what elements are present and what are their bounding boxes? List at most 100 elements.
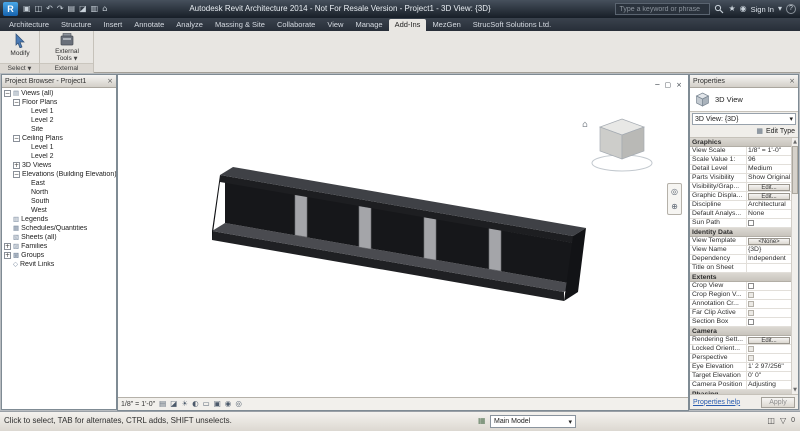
chevron-down-icon[interactable]: ▾	[778, 5, 782, 13]
property-value[interactable]	[747, 291, 791, 299]
search-input[interactable]	[615, 3, 711, 15]
property-value[interactable]: Show Original	[747, 174, 791, 182]
property-value[interactable]	[747, 309, 791, 317]
tree-item[interactable]: +3D Views	[2, 161, 116, 170]
drawing-area[interactable]: ⌂ ◎ ⊕ ─ ▢ × 1/8" = 1'-0" ▤ ◪ ☀ ◐ ▭ ▣ ◉ ◎	[117, 74, 689, 411]
measure-icon[interactable]: ◪	[79, 5, 87, 13]
detail-level-icon[interactable]: ▤	[159, 400, 166, 408]
visual-style-icon[interactable]: ◪	[170, 400, 177, 408]
property-section-header[interactable]: Camera	[690, 327, 791, 336]
filter-icon[interactable]: ▽	[780, 416, 786, 425]
expand-icon[interactable]: +	[13, 162, 20, 169]
default-3d-view-icon[interactable]: ⌂	[102, 5, 107, 13]
navigation-bar[interactable]: ◎ ⊕	[667, 183, 682, 215]
expand-icon[interactable]: +	[4, 243, 11, 250]
edit-value-button[interactable]: Edit...	[748, 183, 790, 191]
sun-path-icon[interactable]: ☀	[181, 400, 188, 408]
property-value[interactable]: None	[747, 210, 791, 218]
property-value[interactable]	[747, 282, 791, 290]
tree-item[interactable]: + ▨ Families	[2, 242, 116, 251]
tag-icon[interactable]: ▥	[91, 5, 99, 13]
tree-item[interactable]: West	[2, 206, 116, 215]
viewcube[interactable]: ⌂	[578, 111, 670, 181]
tree-item[interactable]: South	[2, 197, 116, 206]
properties-header[interactable]: Properties ×	[690, 75, 798, 88]
print-icon[interactable]: ▤	[68, 5, 76, 13]
tree-item[interactable]: − Elevations (Building Elevation)	[2, 170, 116, 179]
tree-item[interactable]: ◇ Revit Links	[2, 260, 116, 269]
collapse-icon[interactable]: −	[13, 99, 20, 106]
property-value[interactable]: Adjusting	[747, 381, 791, 389]
tree-item[interactable]: Level 2	[2, 116, 116, 125]
property-section-header[interactable]: Identity Data	[690, 228, 791, 237]
modify-button[interactable]: Modify	[5, 32, 35, 57]
property-section-header[interactable]: Graphics	[690, 138, 791, 147]
edit-value-button[interactable]: Edit...	[748, 192, 790, 200]
search-icon[interactable]	[714, 4, 724, 14]
ribbon-tab-insert[interactable]: Insert	[97, 19, 128, 31]
main-model-dropdown[interactable]: Main Model ▾	[490, 415, 576, 428]
ribbon-tab-architecture[interactable]: Architecture	[3, 19, 55, 31]
help-icon[interactable]: ?	[786, 4, 796, 14]
editable-only-icon[interactable]: ◫	[767, 416, 775, 425]
collapse-icon[interactable]: −	[13, 171, 20, 178]
minimize-view-icon[interactable]: ─	[655, 81, 659, 89]
property-value[interactable]: 1/8" = 1'-0"	[747, 147, 791, 155]
tree-item[interactable]: − Ceiling Plans	[2, 134, 116, 143]
ribbon-tab-collaborate[interactable]: Collaborate	[271, 19, 321, 31]
worksets-icon[interactable]: ▦	[478, 417, 486, 425]
property-value[interactable]: Independent	[747, 255, 791, 263]
external-tools-button[interactable]: External Tools ▼	[49, 32, 85, 63]
edit-value-button[interactable]: <None>	[748, 237, 790, 245]
tree-item[interactable]: ▥ Legends	[2, 215, 116, 224]
property-value[interactable]: Architectural	[747, 201, 791, 209]
value-checkbox[interactable]	[748, 319, 754, 325]
scrollbar-thumb[interactable]	[792, 146, 798, 194]
property-value[interactable]	[747, 300, 791, 308]
property-value[interactable]: Edit...	[747, 336, 791, 344]
panel-label-select[interactable]: Select ▼	[0, 63, 39, 73]
tree-item[interactable]: Level 1	[2, 143, 116, 152]
property-section-header[interactable]: Phasing	[690, 390, 791, 394]
app-menu-button[interactable]: R	[3, 2, 18, 16]
shadows-icon[interactable]: ◐	[192, 400, 199, 408]
expand-icon[interactable]: +	[4, 252, 11, 259]
ribbon-tab-strucsoft-solutions-ltd-[interactable]: StrucSoft Solutions Ltd.	[467, 19, 557, 31]
tree-item[interactable]: Site	[2, 125, 116, 134]
viewcube-home-icon[interactable]: ⌂	[582, 120, 588, 130]
property-value[interactable]	[747, 264, 791, 272]
ribbon-tab-analyze[interactable]: Analyze	[170, 19, 209, 31]
tree-item[interactable]: Level 2	[2, 152, 116, 161]
edit-value-button[interactable]: Edit...	[748, 336, 790, 344]
exchange-apps-icon[interactable]: ★	[728, 5, 735, 13]
ribbon-tab-annotate[interactable]: Annotate	[128, 19, 170, 31]
property-value[interactable]	[747, 219, 791, 227]
property-value[interactable]: 0' 0"	[747, 372, 791, 380]
close-icon[interactable]: ×	[107, 77, 113, 85]
ribbon-tab-manage[interactable]: Manage	[349, 19, 388, 31]
redo-icon[interactable]: ↷	[57, 5, 64, 13]
zoom-icon[interactable]: ⊕	[671, 202, 678, 211]
edit-type-button[interactable]: Edit Type	[766, 128, 795, 135]
steering-wheel-icon[interactable]: ◎	[671, 187, 678, 196]
tree-item[interactable]: − Floor Plans	[2, 98, 116, 107]
type-selector-dropdown[interactable]: 3D View: {3D} ▾	[692, 113, 796, 125]
temporary-hide-icon[interactable]: ◉	[225, 400, 232, 408]
property-value[interactable]: Medium	[747, 165, 791, 173]
restore-view-icon[interactable]: ▢	[665, 81, 672, 89]
save-icon[interactable]: ◫	[35, 5, 43, 13]
properties-help-link[interactable]: Properties help	[693, 399, 740, 406]
property-value[interactable]: <None>	[747, 237, 791, 245]
property-value[interactable]	[747, 318, 791, 326]
property-value[interactable]: 1' 2 97/256"	[747, 363, 791, 371]
value-checkbox[interactable]	[748, 283, 754, 289]
property-section-header[interactable]: Extents	[690, 273, 791, 282]
tree-item[interactable]: + ▩ Groups	[2, 251, 116, 260]
tree-item[interactable]: ▦ Schedules/Quantities	[2, 224, 116, 233]
scroll-down-icon[interactable]: ▼	[792, 387, 798, 393]
collapse-icon[interactable]: −	[13, 135, 20, 142]
crop-view-icon[interactable]: ▭	[203, 400, 210, 408]
tree-item[interactable]: East	[2, 179, 116, 188]
view-scale-button[interactable]: 1/8" = 1'-0"	[121, 401, 155, 408]
property-value[interactable]	[747, 345, 791, 353]
